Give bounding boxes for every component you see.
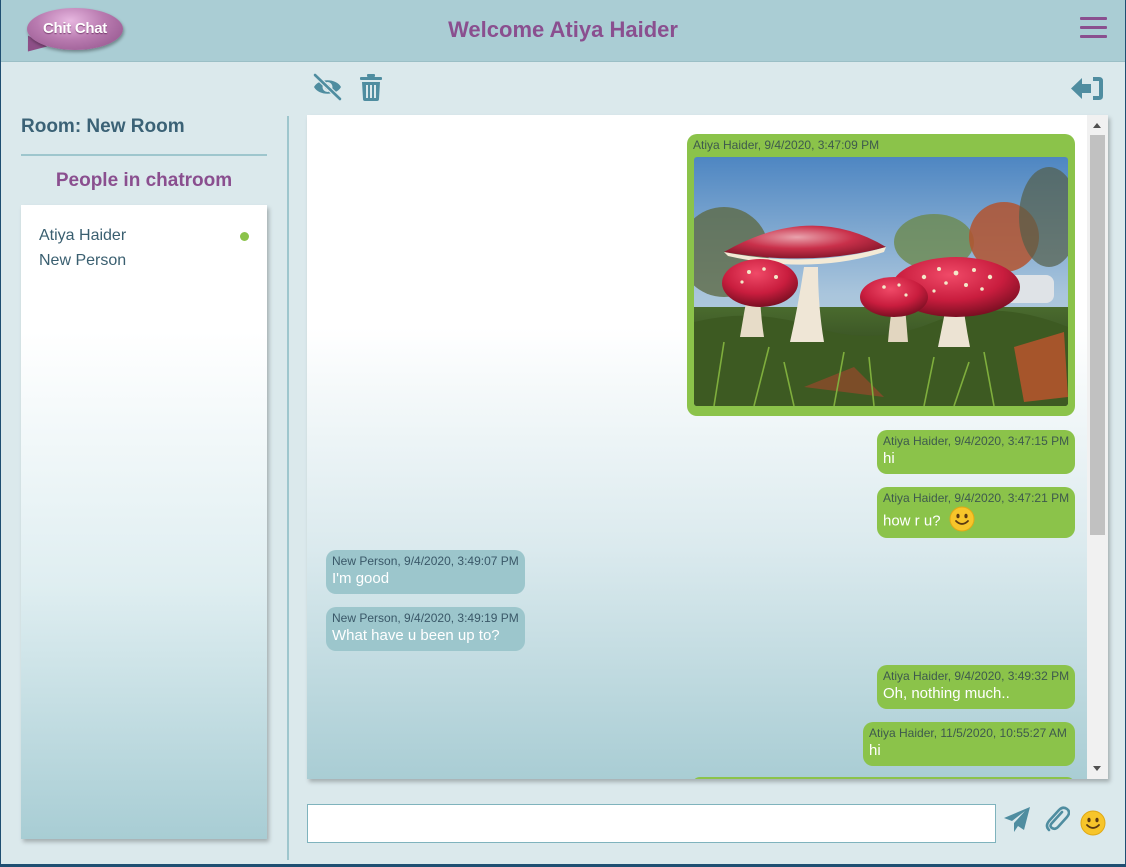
message-meta: Atiya Haider, 9/4/2020, 3:47:21 PM	[883, 491, 1070, 505]
hamburger-icon[interactable]	[1080, 17, 1107, 39]
room-title: Room: New Room	[21, 116, 185, 137]
trash-icon[interactable]	[360, 74, 382, 106]
message-bubble-image: Atiya Haider, 9/4/2020, 3:47:09 PM	[687, 134, 1075, 416]
message-meta: New Person, 9/4/2020, 3:49:07 PM	[332, 554, 519, 568]
message-input[interactable]	[307, 804, 996, 843]
mushroom-photo[interactable]	[694, 157, 1068, 406]
message-meta: New Person, 9/4/2020, 3:49:19 PM	[332, 611, 519, 625]
sign-out-icon[interactable]	[1071, 75, 1104, 107]
scroll-up-arrow[interactable]	[1093, 123, 1101, 128]
smiley-icon	[949, 506, 975, 537]
panel-divider	[287, 116, 289, 860]
message-meta: Atiya Haider, 11/5/2020, 10:55:27 AM	[869, 726, 1067, 740]
app-header: Chit Chat Welcome Atiya Haider	[1, 0, 1125, 62]
person-item: New Person	[39, 250, 249, 275]
message-text: how r u?	[883, 512, 941, 530]
sidebar: Room: New Room People in chatroom Atiya …	[21, 62, 267, 852]
eye-slash-icon[interactable]	[311, 73, 344, 106]
message-bubble-partial	[692, 777, 1075, 779]
chat-scrollbar[interactable]	[1087, 115, 1108, 779]
message-text: hi	[869, 742, 881, 759]
chat-messages[interactable]: Atiya Haider, 9/4/2020, 3:47:09 PM Atiya…	[307, 115, 1108, 779]
message-meta: Atiya Haider, 9/4/2020, 3:47:15 PM	[883, 434, 1070, 448]
people-heading: People in chatroom	[55, 170, 233, 191]
people-list: Atiya Haider New Person	[21, 205, 267, 839]
message-text-row: how r u?	[883, 506, 1069, 537]
message-bubble-own: Atiya Haider, 9/4/2020, 3:49:32 PM Oh, n…	[877, 665, 1075, 709]
message-bubble-own: Atiya Haider, 11/5/2020, 10:55:27 AM hi	[863, 722, 1075, 766]
welcome-title: Welcome Atiya Haider	[448, 17, 678, 42]
message-text: hi	[883, 450, 895, 467]
message-text: What have u been up to?	[332, 627, 500, 644]
message-text: I'm good	[332, 570, 390, 587]
paperclip-icon[interactable]	[1044, 805, 1071, 838]
message-meta: Atiya Haider, 9/4/2020, 3:49:32 PM	[883, 669, 1070, 683]
scroll-thumb[interactable]	[1090, 135, 1105, 535]
online-status-dot	[240, 232, 249, 241]
paper-plane-icon[interactable]	[1003, 806, 1031, 838]
room-divider	[21, 154, 267, 156]
message-bubble-own: Atiya Haider, 9/4/2020, 3:47:21 PM how r…	[877, 487, 1075, 538]
person-name: New Person	[39, 252, 127, 269]
scroll-down-arrow[interactable]	[1093, 766, 1101, 771]
person-name: Atiya Haider	[39, 227, 127, 244]
message-text: Oh, nothing much..	[883, 685, 1010, 702]
message-bubble-other: New Person, 9/4/2020, 3:49:07 PM I'm goo…	[326, 550, 525, 594]
message-bubble-other: New Person, 9/4/2020, 3:49:19 PM What ha…	[326, 607, 525, 651]
message-meta: Atiya Haider, 9/4/2020, 3:47:09 PM	[693, 138, 880, 152]
person-item: Atiya Haider	[39, 225, 249, 250]
message-bubble-own: Atiya Haider, 9/4/2020, 3:47:15 PM hi	[877, 430, 1075, 474]
smiley-icon[interactable]	[1080, 810, 1106, 841]
